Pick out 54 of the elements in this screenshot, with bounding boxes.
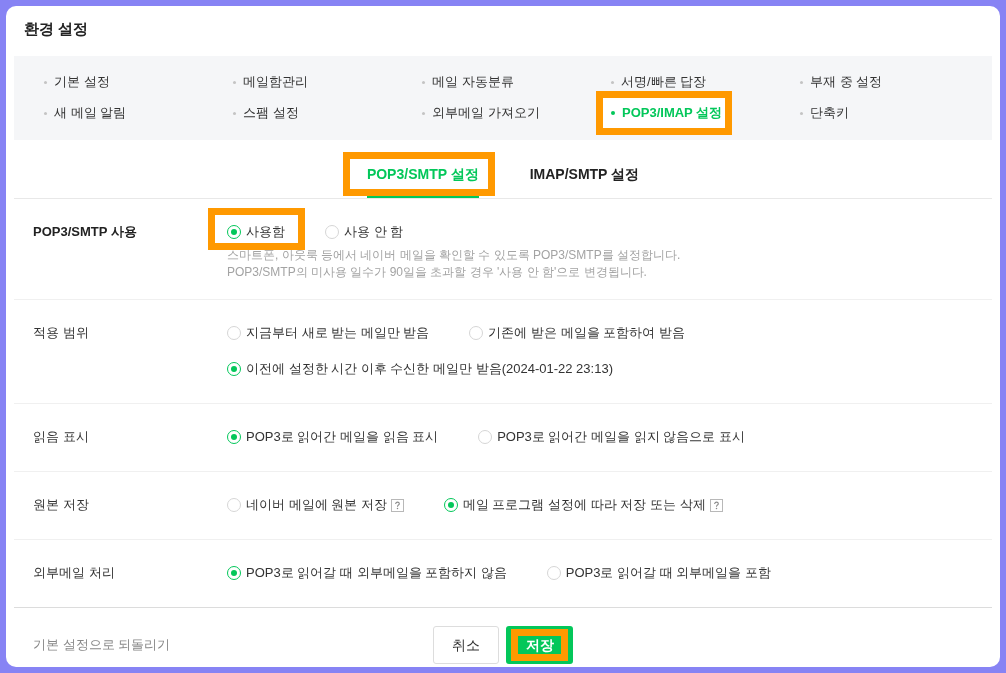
bullet-icon — [44, 111, 47, 115]
radio-option[interactable]: 지금부터 새로 받는 메일만 받음 — [227, 324, 430, 342]
tab[interactable]: IMAP/SMTP 설정 — [529, 165, 640, 183]
help-icon[interactable] — [390, 498, 404, 512]
menu-item[interactable]: 단축키 — [800, 104, 849, 122]
description-text: POP3/SMTP의 미사용 일수가 90일을 초과할 경우 '사용 안 함'으로 변경됩니다. — [227, 264, 647, 281]
radio-option[interactable]: POP3로 읽어간 메일을 읽지 않음으로 표시 — [478, 428, 745, 446]
menu-item[interactable]: 부재 중 설정 — [800, 73, 883, 91]
menu-item[interactable]: 기본 설정 — [44, 73, 110, 91]
radio-button[interactable] — [546, 566, 561, 580]
bullet-icon — [233, 111, 236, 115]
radio-option[interactable]: 네이버 메일에 원본 저장 — [227, 496, 387, 514]
radio-button[interactable] — [478, 430, 493, 444]
window-title: 환경 설정 — [24, 20, 89, 38]
radio-button[interactable] — [469, 326, 484, 340]
description-text: 스마트폰, 아웃룩 등에서 네이버 메일을 확인할 수 있도록 POP3/SMTP를 설정합니다. — [227, 247, 681, 264]
radio-option[interactable]: 이전에 설정한 시간 이후 수신한 메일만 받음(2024-01-22 23:13) — [227, 360, 613, 378]
setting-label: 적용 범위 — [33, 324, 89, 342]
radio-option[interactable]: POP3로 읽어갈 때 외부메일을 포함하지 않음 — [227, 564, 507, 582]
radio-option[interactable]: POP3로 읽어갈 때 외부메일을 포함 — [546, 564, 771, 582]
setting-label: POP3/SMTP 사용 — [33, 223, 137, 241]
radio-button[interactable] — [227, 430, 241, 444]
menu-item[interactable]: 스팸 설정 — [233, 104, 299, 122]
radio-button[interactable] — [443, 498, 458, 512]
reset-link[interactable]: 기본 설정으로 되돌리기 — [33, 636, 171, 654]
setting-label: 읽음 표시 — [33, 428, 89, 446]
radio-button[interactable] — [227, 225, 241, 239]
bullet-icon — [422, 80, 425, 84]
bullet-icon — [422, 111, 425, 115]
radio-option[interactable]: 기존에 받은 메일을 포함하여 받음 — [469, 324, 685, 342]
radio-option[interactable]: POP3로 읽어간 메일을 읽음 표시 — [227, 428, 439, 446]
menu-item[interactable]: 메일 자동분류 — [422, 73, 514, 91]
help-icon[interactable] — [709, 498, 723, 512]
radio-option[interactable]: 사용함 — [208, 208, 305, 250]
bullet-icon — [800, 80, 803, 84]
menu-item[interactable]: 메일함관리 — [233, 73, 308, 91]
radio-option[interactable]: 메일 프로그램 설정에 따라 저장 또는 삭제 — [443, 496, 706, 514]
bullet-icon — [44, 80, 47, 84]
menu-item[interactable]: 외부메일 가져오기 — [422, 104, 540, 122]
menu-item[interactable]: 새 메일 알림 — [44, 104, 127, 122]
radio-button[interactable] — [325, 225, 339, 239]
radio-button[interactable] — [227, 362, 241, 376]
bullet-icon — [611, 111, 615, 115]
bullet-icon — [611, 80, 614, 84]
cancel-button[interactable]: 취소 — [433, 626, 499, 664]
radio-option[interactable]: 사용 안 함 — [325, 223, 404, 241]
menu-item[interactable]: 서명/빠른 답장 — [611, 73, 707, 91]
bullet-icon — [233, 80, 236, 84]
setting-label: 외부메일 처리 — [33, 564, 115, 582]
setting-label: 원본 저장 — [33, 496, 89, 514]
radio-button[interactable] — [227, 566, 241, 580]
bullet-icon — [800, 111, 803, 115]
radio-button[interactable] — [227, 498, 241, 512]
radio-button[interactable] — [227, 326, 241, 340]
